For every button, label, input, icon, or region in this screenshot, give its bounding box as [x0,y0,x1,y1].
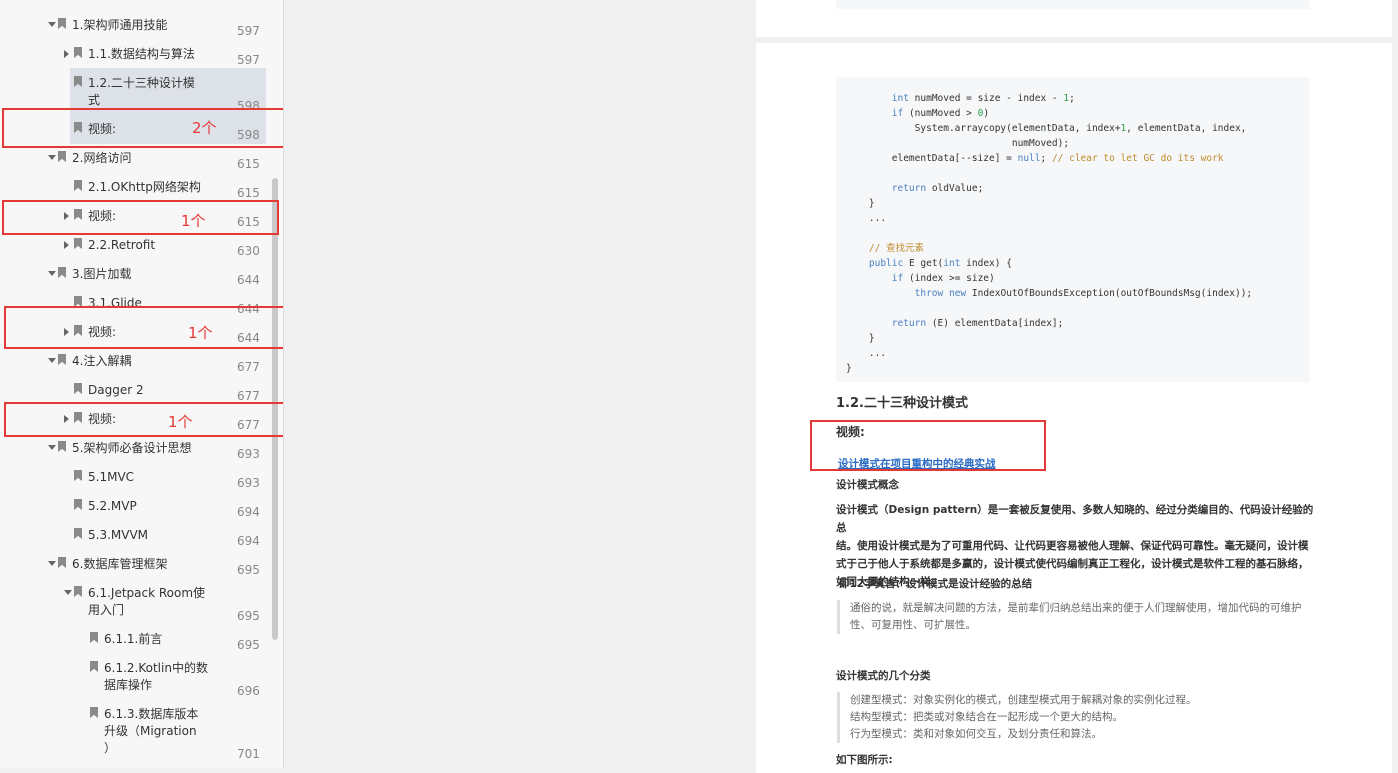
bookmark-icon [58,557,66,568]
outline-item-label: 5.3.MVVM [88,528,149,542]
outline-item-label: 5.2.MVP [88,499,137,513]
outline-item-page: 615 [237,186,260,200]
motto-text: 即12字真言：设计模式是设计经验的总结 [839,578,1033,590]
document-page: int numMoved = size - index - 1; if (num… [756,43,1392,773]
concept-title: 设计模式概念 [836,479,899,491]
outline-item-page: 693 [237,476,260,490]
bookmark-icon [90,661,98,672]
types-title: 设计模式的几个分类 [836,670,931,682]
annotation-box-1 [2,108,283,148]
outline-item-label: 5.1MVC [88,470,135,484]
bookmark-icon [90,632,98,643]
text-line: 结构型模式：把类或对象结合在一起形成一个更大的结构。 [850,711,1123,723]
outline-item-label: Dagger 2 [88,383,144,397]
expand-arrow-icon[interactable] [48,271,56,276]
outline-item-page: 615 [237,157,260,171]
outline-item-label: 1.1.数据结构与算法 [88,47,195,61]
types-quote: 创建型模式：对象实例化的模式，创建型模式用于解耦对象的实例化过程。 结构型模式：把… [837,692,1320,743]
previous-page [756,0,1392,37]
annotation-box-3 [4,306,283,349]
annotation-text-2: 1个 [181,212,206,230]
outline-item-page: 694 [237,534,260,548]
outline-item-page: 597 [237,53,260,67]
outline-item-page: 677 [237,389,260,403]
outline-item-label: 5.架构师必备设计思想 [72,441,192,455]
outline-item-page: 694 [237,505,260,519]
text-line: 性、可复用性、可扩展性。 [850,619,976,631]
bookmark-icon [58,151,66,162]
outline-item-label: 1.架构师通用技能 [72,18,168,32]
outline-item-page: 695 [237,609,260,623]
bookmark-icon [74,586,82,597]
expand-arrow-icon[interactable] [48,155,56,160]
outline-item-page: 695 [237,563,260,577]
bookmark-icon [58,18,66,29]
outline-item-label: 1.2.二十三种设计模 式 [88,76,195,107]
previous-page-code-block [836,0,1310,9]
expand-arrow-icon[interactable] [48,561,56,566]
expand-arrow-icon[interactable] [48,358,56,363]
annotation-box-4 [4,402,283,437]
annotation-box-page [810,420,1046,471]
outline-item-label: 3.图片加载 [72,267,132,281]
outline-item-page: 677 [237,360,260,374]
bookmark-icon [74,47,82,58]
text-line: 行为型模式：类和对象如何交互，及划分责任和算法。 [850,728,1102,740]
text-line: 通俗的说，就是解决问题的方法，是前辈们归纳总结出来的便于人们理解使用，增加代码的… [850,602,1302,614]
bookmark-icon [58,354,66,365]
bookmark-icon [74,238,82,249]
outline-item-label: 2.2.Retrofit [88,238,156,252]
expand-arrow-icon[interactable] [48,445,56,450]
bookmark-icon [74,499,82,510]
outline-item-page: 695 [237,638,260,652]
annotation-box-2 [2,200,279,235]
outline-item-label: 2.网络访问 [72,151,132,165]
collapse-arrow-icon[interactable] [64,50,69,58]
text-line: 式于己于他人于系统都是多赢的，设计模式使代码编制真正工程化，设计模式是软件工程的… [836,558,1309,570]
annotation-text-4: 1个 [168,413,193,431]
outline-item-label: 2.1.OKhttp网络架构 [88,180,201,194]
bookmark-icon [74,528,82,539]
outline-item-label: 6.1.Jetpack Room使 用入门 [88,586,206,617]
expand-arrow-icon[interactable] [64,590,72,595]
text-line: 结。使用设计模式是为了可重用代码、让代码更容易被他人理解、保证代码可靠性。毫无疑… [836,540,1309,552]
annotation-text-3: 1个 [188,324,213,342]
outline-item-page: 696 [237,684,260,698]
outline-item-label: 6.数据库管理框架 [72,557,168,571]
outline-item-page: 597 [237,24,260,38]
text-line: 设计模式（Design pattern）是一套被反复使用、多数人知晓的、经过分类… [836,504,1314,534]
outline-item-page: 693 [237,447,260,461]
bookmark-icon [58,267,66,278]
outline-item-label: 6.1.2.Kotlin中的数 据库操作 [104,661,208,692]
outline-sidebar: 1.架构师通用技能 597 1.1.数据结构与算法 597 1.2.二十三种设计模 式 5… [0,0,284,768]
text-line: 创建型模式：对象实例化的模式，创建型模式用于解耦对象的实例化过程。 [850,694,1197,706]
figure-caption: 如下图所示: [836,754,893,766]
bookmark-icon [74,383,82,394]
outline-item-page: 630 [237,244,260,258]
expand-arrow-icon[interactable] [48,22,56,27]
outline-item-label: 4.注入解耦 [72,354,132,368]
outline-item-page: 701 [237,747,260,761]
outline-item-label: 6.1.3.数据库版本 升级（Migration ） [104,707,199,755]
annotation-text-1: 2个 [192,119,217,137]
bookmark-icon [74,470,82,481]
motto-quote: 通俗的说，就是解决问题的方法，是前辈们归纳总结出来的便于人们理解使用，增加代码的… [837,600,1320,634]
outline-item-page: 644 [237,273,260,287]
outline-item-label: 6.1.1.前言 [104,632,163,646]
section-heading: 1.2.二十三种设计模式 [836,396,968,411]
bookmark-icon [58,441,66,452]
bookmark-icon [90,707,98,718]
code-text: int numMoved = size - index - 1; if (num… [846,93,1253,374]
collapse-arrow-icon[interactable] [64,241,69,249]
bookmark-icon [74,180,82,191]
code-block: int numMoved = size - index - 1; if (num… [836,77,1310,382]
